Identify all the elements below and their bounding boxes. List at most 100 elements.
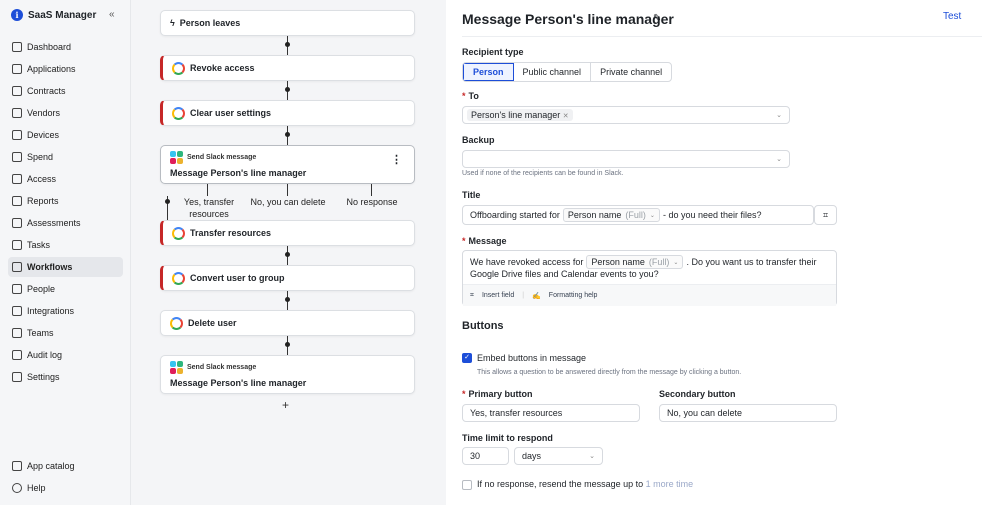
chevron-down-icon: ⌄ xyxy=(776,156,782,163)
step-delete-user[interactable]: Delete user xyxy=(160,310,415,336)
primary-button-input[interactable]: Yes, transfer resources xyxy=(462,404,640,422)
recipient-public-channel-option[interactable]: Public channel xyxy=(514,63,592,81)
test-button[interactable]: Test xyxy=(943,11,961,22)
sidebar-item-label: Settings xyxy=(27,372,60,382)
integrations-icon xyxy=(12,306,22,316)
sidebar-item-label: Spend xyxy=(27,152,54,162)
people-icon xyxy=(12,284,22,294)
step-convert-user[interactable]: Convert user to group xyxy=(160,265,415,291)
audit-log-icon xyxy=(12,350,22,360)
reports-icon xyxy=(12,196,22,206)
backup-label: Backup xyxy=(462,135,495,145)
connector-dot xyxy=(165,199,170,204)
node-title: Clear user settings xyxy=(190,108,272,118)
time-unit-select[interactable]: days ⌄ xyxy=(514,447,603,465)
trigger-node[interactable]: ϟ Person leaves xyxy=(160,10,415,36)
person-name-field-chip[interactable]: Person name (Full) ⌄ xyxy=(586,255,684,269)
teams-icon xyxy=(12,328,22,338)
recipient-person-option[interactable]: Person xyxy=(463,63,514,81)
workflows-icon xyxy=(12,262,22,272)
sidebar-item-label: Devices xyxy=(27,130,60,140)
lightning-icon: ϟ xyxy=(170,18,175,28)
divider xyxy=(462,36,982,37)
more-options-icon[interactable]: ⋮ xyxy=(391,153,402,166)
sidebar-item-access[interactable]: Access xyxy=(8,169,123,189)
node-title: Message Person's line manager xyxy=(170,378,307,388)
sidebar-item-settings[interactable]: Settings xyxy=(8,367,123,387)
connector-dot xyxy=(285,297,290,302)
sidebar-item-people[interactable]: People xyxy=(8,279,123,299)
step-slack-message-2[interactable]: Send Slack message Message Person's line… xyxy=(160,355,415,394)
sidebar-item-label: Help xyxy=(27,483,46,493)
sidebar-item-workflows[interactable]: Workflows xyxy=(8,257,123,277)
to-select[interactable]: Person's line manager ✕ ⌄ xyxy=(462,106,790,124)
sidebar-item-devices[interactable]: Devices xyxy=(8,125,123,145)
title-prefix: Offboarding started for xyxy=(470,210,560,220)
spend-icon xyxy=(12,152,22,162)
connector-dot xyxy=(285,42,290,47)
step-revoke-access[interactable]: Revoke access xyxy=(160,55,415,81)
secondary-button-input[interactable]: No, you can delete xyxy=(659,404,837,422)
step-clear-user-settings[interactable]: Clear user settings xyxy=(160,100,415,126)
resend-count-link[interactable]: 1 more time xyxy=(646,479,694,489)
formatting-help-button[interactable]: Formatting help xyxy=(549,292,598,299)
sidebar-item-dashboard[interactable]: Dashboard xyxy=(8,37,123,57)
remove-chip-icon[interactable]: ✕ xyxy=(563,113,569,120)
backup-select[interactable]: ⌄ xyxy=(462,150,790,168)
branch-label: No, you can delete xyxy=(250,197,326,207)
sidebar-item-reports[interactable]: Reports xyxy=(8,191,123,211)
person-name-field-chip[interactable]: Person name (Full) ⌄ xyxy=(562,208,660,222)
google-icon xyxy=(170,316,183,330)
settings-icon xyxy=(12,372,22,382)
sidebar-item-label: Teams xyxy=(27,328,54,338)
collapse-sidebar-icon[interactable]: « xyxy=(109,9,115,20)
chevron-down-icon: ⌄ xyxy=(776,112,782,119)
formatting-icon: ✍ xyxy=(532,292,541,300)
sidebar-item-teams[interactable]: Teams xyxy=(8,323,123,343)
step-transfer-resources[interactable]: Transfer resources xyxy=(160,220,415,246)
sidebar-item-contracts[interactable]: Contracts xyxy=(8,81,123,101)
assessments-icon xyxy=(12,218,22,228)
connector-dot xyxy=(285,87,290,92)
recipient-private-channel-option[interactable]: Private channel xyxy=(591,63,671,81)
sidebar-item-label: Applications xyxy=(27,64,76,74)
sidebar-item-label: Integrations xyxy=(27,306,75,316)
applications-icon xyxy=(12,64,22,74)
time-unit-value: days xyxy=(522,451,542,461)
google-icon xyxy=(172,271,185,285)
sidebar-item-audit-log[interactable]: Audit log xyxy=(8,345,123,365)
insert-field-button[interactable]: Insert field xyxy=(482,292,514,299)
devices-icon xyxy=(12,130,22,140)
sidebar-item-vendors[interactable]: Vendors xyxy=(8,103,123,123)
connector xyxy=(371,184,373,196)
help-icon xyxy=(12,483,22,493)
add-step-icon[interactable]: + xyxy=(282,398,289,412)
sidebar-item-app-catalog[interactable]: App catalog xyxy=(8,456,123,476)
sidebar-item-assessments[interactable]: Assessments xyxy=(8,213,123,233)
node-title: Convert user to group xyxy=(190,273,285,283)
google-icon xyxy=(172,226,185,240)
embed-buttons-help: This allows a question to be answered di… xyxy=(477,369,742,376)
message-editor[interactable]: We have revoked access for Person name (F… xyxy=(462,250,837,306)
sidebar-item-spend[interactable]: Spend xyxy=(8,147,123,167)
message-line-2: Google Drive files and Calendar events t… xyxy=(470,269,659,279)
sidebar-item-label: People xyxy=(27,284,56,294)
edit-icon[interactable]: ✎ xyxy=(653,13,661,24)
step-slack-message[interactable]: Send Slack message Message Person's line… xyxy=(160,145,415,184)
slack-icon xyxy=(170,151,183,164)
sidebar-item-integrations[interactable]: Integrations xyxy=(8,301,123,321)
title-input[interactable]: Offboarding started for Person name (Full… xyxy=(462,205,814,225)
sidebar-item-label: Reports xyxy=(27,196,59,206)
sidebar-item-help[interactable]: Help xyxy=(8,478,123,498)
branch-label: No response xyxy=(346,197,398,207)
sidebar-item-tasks[interactable]: Tasks xyxy=(8,235,123,255)
sidebar-item-label: Vendors xyxy=(27,108,61,118)
to-selected-chip: Person's line manager ✕ xyxy=(467,109,573,121)
insert-field-icon[interactable]: ⌗ xyxy=(814,205,837,225)
embed-buttons-checkbox[interactable]: ✓ xyxy=(462,353,472,363)
title-suffix: - do you need their files? xyxy=(662,210,762,220)
resend-checkbox[interactable] xyxy=(462,480,472,490)
sidebar-item-applications[interactable]: Applications xyxy=(8,59,123,79)
time-limit-input[interactable]: 30 xyxy=(462,447,509,465)
resend-label: If no response, resend the message up to… xyxy=(477,479,694,489)
